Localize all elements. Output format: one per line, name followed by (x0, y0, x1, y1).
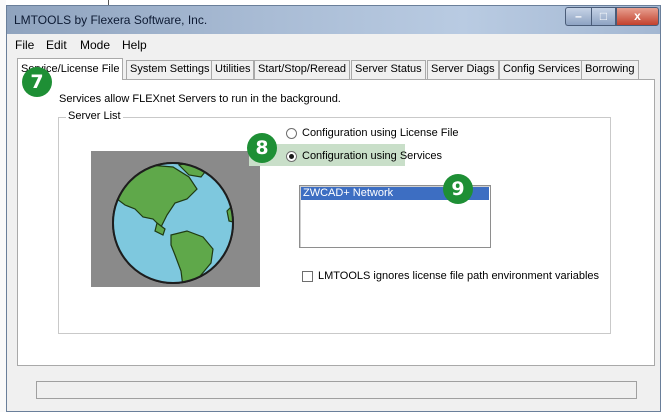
ignore-env-checkbox[interactable] (302, 271, 313, 282)
tab-start-stop-reread[interactable]: Start/Stop/Reread (254, 60, 351, 79)
menu-file[interactable]: File (15, 38, 34, 52)
tab-strip: Service/License File System Settings Uti… (17, 58, 656, 80)
server-list-group: Server List Configuration using License … (58, 110, 611, 334)
lmtools-window: LMTOOLS by Flexera Software, Inc. – □ x … (6, 5, 661, 412)
radio-services-label: Configuration using Services (302, 150, 443, 162)
radio-button-services[interactable] (286, 151, 297, 162)
menu-mode[interactable]: Mode (80, 38, 110, 52)
radio-selected-dot (289, 154, 294, 159)
step-badge-8: 8 (247, 133, 277, 163)
tab-server-diags[interactable]: Server Diags (427, 60, 499, 79)
radio-license-file-label: Configuration using License File (302, 127, 459, 139)
close-icon: x (634, 9, 641, 23)
ignore-env-checkbox-label: LMTOOLS ignores license file path enviro… (318, 270, 600, 282)
minimize-icon: – (575, 9, 582, 23)
menu-bar: File Edit Mode Help (7, 35, 660, 54)
title-bar[interactable]: LMTOOLS by Flexera Software, Inc. – □ x (7, 6, 660, 34)
tab-config-services[interactable]: Config Services (499, 60, 585, 79)
window-title: LMTOOLS by Flexera Software, Inc. (14, 13, 208, 27)
maximize-icon: □ (599, 9, 608, 23)
tab-utilities[interactable]: Utilities (211, 60, 255, 79)
menu-help[interactable]: Help (122, 38, 147, 52)
minimize-button[interactable]: – (565, 7, 591, 26)
tab-borrowing[interactable]: Borrowing (581, 60, 639, 79)
services-hint-text: Services allow FLEXnet Servers to run in… (59, 93, 341, 105)
status-bar (36, 381, 637, 399)
globe-icon (112, 162, 234, 284)
maximize-button[interactable]: □ (591, 7, 616, 26)
step-badge-7: 7 (22, 67, 52, 97)
globe-image (91, 151, 260, 287)
service-license-panel: Services allow FLEXnet Servers to run in… (17, 79, 655, 366)
step-badge-9: 9 (443, 174, 473, 204)
radio-button-license-file[interactable] (286, 128, 297, 139)
menu-edit[interactable]: Edit (46, 38, 67, 52)
close-button[interactable]: x (616, 7, 659, 26)
tab-system-settings[interactable]: System Settings (126, 60, 214, 79)
tab-server-status[interactable]: Server Status (351, 60, 426, 79)
server-list-label: Server List (66, 110, 123, 122)
